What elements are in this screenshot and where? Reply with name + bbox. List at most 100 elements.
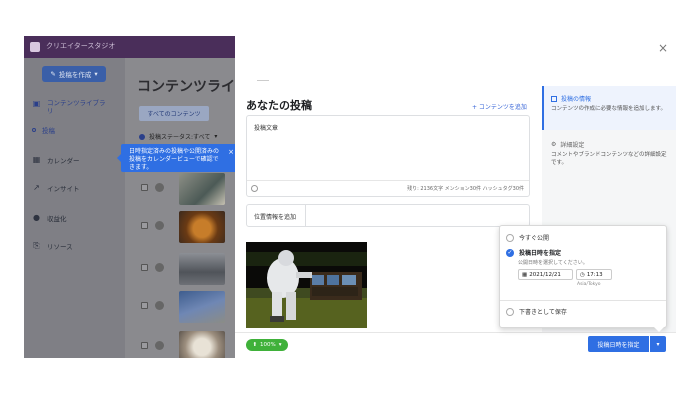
- globe-icon: [155, 301, 164, 310]
- list-item[interactable]: [139, 330, 235, 358]
- chevron-down-icon: ▾: [214, 133, 218, 140]
- sidebar-item-label: コンテンツライブラリ: [47, 99, 106, 115]
- library-icon: ▣: [32, 99, 41, 108]
- schedule-label: 投稿日時を指定: [519, 250, 562, 257]
- gear-icon: ⚙: [551, 141, 557, 148]
- resources-icon: ⎘: [33, 240, 40, 250]
- sidebar-item-label: カレンダー: [47, 157, 80, 165]
- publish-now-label: 今すぐ公開: [519, 235, 550, 242]
- zoom-control[interactable]: ⬆ 100% ▾: [246, 339, 288, 351]
- content-library-panel: コンテンツライブ すべてのコンテンツ 投稿ステータス:すべて ▾: [125, 58, 249, 358]
- sidebar-item-resources[interactable]: ⎘ リソース: [24, 240, 125, 252]
- time-field[interactable]: ◷ 17:13: [576, 269, 612, 280]
- advanced-settings-section[interactable]: ⚙ 詳細設定 コメントやブランドコンテンツなどの詳細設定です。: [542, 134, 676, 178]
- row-checkbox[interactable]: [141, 264, 148, 271]
- post-thumbnail: [179, 173, 225, 205]
- sidebar-item-posts[interactable]: 投稿: [32, 125, 55, 135]
- schedule-option[interactable]: ✓ 投稿日時を指定: [506, 248, 561, 257]
- schedule-hint: 公開日時を選択してください。: [518, 260, 588, 266]
- close-icon[interactable]: ×: [228, 148, 234, 156]
- list-item[interactable]: [139, 252, 235, 286]
- beekeeper-photo: [246, 242, 367, 328]
- post-media-preview: [246, 242, 367, 328]
- advanced-settings-title: 詳細設定: [560, 142, 585, 149]
- clock-icon: ◷: [580, 271, 585, 278]
- divider: [500, 300, 666, 301]
- filter-label: 投稿ステータス:すべて: [149, 134, 211, 141]
- post-thumbnail: [179, 253, 225, 285]
- page-title: コンテンツライブ: [137, 79, 249, 95]
- zoom-value: 100%: [260, 342, 276, 348]
- sidebar-item-label: 投稿: [42, 127, 55, 135]
- post-thumbnail: [179, 291, 225, 323]
- creator-studio-logo: [30, 42, 40, 52]
- publish-options-popover: 今すぐ公開 ✓ 投稿日時を指定 公開日時を選択してください。 ▦ 2021/12…: [499, 225, 667, 332]
- save-draft-option[interactable]: 下書きとして保存: [506, 307, 567, 316]
- row-checkbox[interactable]: [141, 342, 148, 349]
- calendar-icon: ▦: [32, 155, 41, 164]
- post-thumbnail: [179, 211, 225, 243]
- sidebar-item-label: リソース: [47, 243, 73, 251]
- dollar-icon: ●: [33, 213, 40, 222]
- screen: クリエイタースタジオ ✎ 投稿を作成 ▾ ▣ コンテンツライブラリ 投稿 ▦ カ…: [24, 36, 676, 358]
- location-field[interactable]: 位置情報を追加: [246, 204, 530, 227]
- add-content-link[interactable]: + コンテンツを追加: [472, 102, 527, 111]
- save-draft-label: 下書きとして保存: [519, 309, 567, 316]
- divider: [235, 332, 676, 333]
- schedule-dropdown-button[interactable]: ▾: [650, 336, 666, 352]
- list-item[interactable]: [139, 290, 235, 324]
- globe-icon: [155, 221, 164, 230]
- dot-icon: [32, 128, 36, 132]
- advanced-settings-desc: コメントやブランドコンテンツなどの詳細設定です。: [551, 152, 667, 166]
- sidebar-item-insights[interactable]: ↗ インサイト: [24, 183, 125, 193]
- chevron-down-icon: ▾: [278, 342, 282, 348]
- upload-icon: ⬆: [252, 342, 258, 348]
- date-field[interactable]: ▦ 2021/12/21: [518, 269, 573, 280]
- publish-now-option[interactable]: 今すぐ公開: [506, 233, 549, 242]
- tab-all-content[interactable]: すべてのコンテンツ: [139, 106, 209, 121]
- schedule-post-button[interactable]: 投稿日時を指定: [588, 336, 649, 352]
- post-text-field[interactable]: 投稿文章 残り: 2136文字 メンション30件 ハッシュタグ30件: [246, 115, 530, 197]
- row-checkbox[interactable]: [141, 184, 148, 191]
- divider: [305, 205, 306, 226]
- globe-icon: [155, 263, 164, 272]
- sidebar-item-label: インサイト: [47, 185, 80, 193]
- radio-button[interactable]: [506, 233, 514, 242]
- globe-icon: [155, 183, 164, 192]
- info-icon: [551, 95, 557, 102]
- composer-title: あなたの投稿: [246, 99, 312, 112]
- check-icon[interactable]: ✓: [506, 248, 514, 257]
- emoji-icon[interactable]: [251, 185, 258, 192]
- divider: [257, 80, 269, 81]
- sidebar-item-content-library[interactable]: ▣ コンテンツライブラリ: [24, 99, 125, 115]
- post-info-section[interactable]: 投稿の情報 コンテンツの作成に必要な情報を追加します。: [542, 86, 676, 130]
- sidebar-item-monetization[interactable]: ● 収益化: [24, 213, 125, 223]
- timezone-label: Asia/Tokyo: [577, 282, 601, 287]
- divider: [247, 180, 529, 181]
- row-checkbox[interactable]: [141, 302, 148, 309]
- row-checkbox[interactable]: [141, 222, 148, 229]
- calendar-tooltip: 日時指定済みの投稿や公開済みの投稿をカレンダービューで確認できます。 ×: [117, 144, 238, 172]
- create-post-button[interactable]: ✎ 投稿を作成 ▾: [42, 66, 106, 82]
- insights-icon: ↗: [33, 183, 40, 192]
- post-status-filter[interactable]: 投稿ステータス:すべて ▾: [139, 132, 217, 141]
- list-item[interactable]: [139, 172, 235, 206]
- post-info-desc: コンテンツの作成に必要な情報を追加します。: [551, 106, 666, 112]
- radio-button[interactable]: [506, 307, 514, 316]
- app-title: クリエイタースタジオ: [46, 42, 116, 50]
- date-value: 2021/12/21: [529, 271, 561, 278]
- time-value: 17:13: [586, 271, 603, 278]
- sidebar: ✎ 投稿を作成 ▾ ▣ コンテンツライブラリ 投稿 ▦ カレンダー ↗ インサイ…: [24, 58, 125, 358]
- list-item[interactable]: [139, 210, 235, 244]
- location-label: 位置情報を追加: [254, 214, 297, 221]
- chevron-down-icon: ▾: [94, 70, 98, 78]
- character-counter: 残り: 2136文字 メンション30件 ハッシュタグ30件: [407, 186, 524, 192]
- close-icon[interactable]: ×: [658, 42, 668, 54]
- sidebar-item-calendar[interactable]: ▦ カレンダー: [24, 155, 125, 165]
- post-thumbnail: [179, 331, 225, 358]
- post-info-title: 投稿の情報: [561, 96, 592, 103]
- edit-icon: ✎: [50, 70, 56, 78]
- sidebar-item-label: 収益化: [47, 215, 67, 223]
- create-post-label: 投稿を作成: [58, 71, 92, 79]
- calendar-icon: ▦: [522, 271, 528, 278]
